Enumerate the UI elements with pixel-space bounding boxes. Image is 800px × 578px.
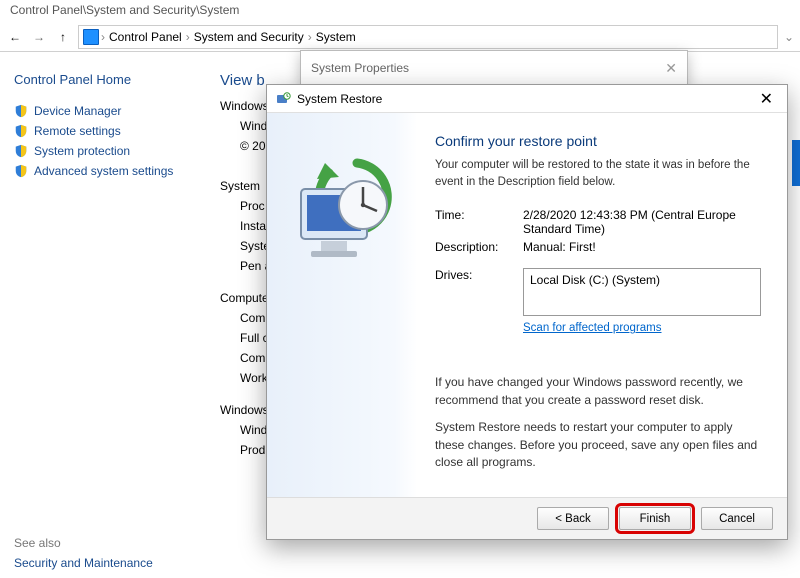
edge-accent bbox=[792, 140, 800, 186]
drives-listbox[interactable]: Local Disk (C:) (System) bbox=[523, 268, 761, 316]
shield-icon bbox=[14, 164, 28, 178]
shield-icon bbox=[14, 144, 28, 158]
chevron-right-icon: › bbox=[308, 30, 312, 44]
shield-icon bbox=[14, 124, 28, 138]
sidebar-item-remote-settings[interactable]: Remote settings bbox=[14, 121, 196, 141]
close-icon[interactable]: ✕ bbox=[665, 60, 677, 77]
cancel-button[interactable]: Cancel bbox=[701, 507, 773, 530]
scan-affected-programs-link[interactable]: Scan for affected programs bbox=[523, 322, 662, 334]
drives-value: Local Disk (C:) (System) bbox=[530, 273, 660, 287]
system-restore-dialog: System Restore ✕ Confirm your restore po… bbox=[266, 84, 788, 540]
back-button[interactable]: < Back bbox=[537, 507, 609, 530]
description-value: Manual: First! bbox=[523, 240, 761, 254]
forward-button: → bbox=[30, 28, 48, 46]
control-panel-home-link[interactable]: Control Panel Home bbox=[14, 72, 196, 87]
sidebar: Control Panel Home Device Manager Remote… bbox=[0, 52, 210, 578]
time-value: 2/28/2020 12:43:38 PM (Central Europe St… bbox=[523, 208, 761, 236]
restore-monitor-clock-icon bbox=[287, 153, 397, 273]
dialog-button-row: < Back Finish Cancel bbox=[267, 497, 787, 539]
see-also-label: See also bbox=[14, 536, 61, 550]
system-properties-title: System Properties bbox=[311, 61, 409, 75]
dialog-illustration bbox=[267, 113, 417, 497]
chevron-right-icon: › bbox=[101, 30, 105, 44]
breadcrumb-root[interactable]: Control Panel bbox=[107, 30, 184, 44]
breadcrumb-leaf[interactable]: System bbox=[314, 30, 358, 44]
close-button[interactable]: ✕ bbox=[754, 89, 779, 109]
chevron-down-icon[interactable]: ⌄ bbox=[784, 30, 794, 44]
dialog-title: System Restore bbox=[297, 92, 382, 106]
security-maintenance-link[interactable]: Security and Maintenance bbox=[14, 556, 153, 570]
sidebar-item-system-protection[interactable]: System protection bbox=[14, 141, 196, 161]
description-label: Description: bbox=[435, 240, 523, 254]
drives-label: Drives: bbox=[435, 268, 523, 282]
breadcrumb-mid[interactable]: System and Security bbox=[192, 30, 306, 44]
time-label: Time: bbox=[435, 208, 523, 236]
password-note: If you have changed your Windows passwor… bbox=[435, 374, 761, 409]
window-title: Control Panel\System and Security\System bbox=[0, 0, 800, 22]
sidebar-item-device-manager[interactable]: Device Manager bbox=[14, 101, 196, 121]
sidebar-item-label: Remote settings bbox=[34, 124, 121, 138]
breadcrumb[interactable]: › Control Panel › System and Security › … bbox=[78, 25, 778, 49]
shield-icon bbox=[14, 104, 28, 118]
restore-icon bbox=[275, 91, 291, 107]
sidebar-item-advanced-settings[interactable]: Advanced system settings bbox=[14, 161, 196, 181]
sidebar-item-label: Advanced system settings bbox=[34, 164, 173, 178]
back-button[interactable]: ← bbox=[6, 28, 24, 46]
dialog-explain: Your computer will be restored to the st… bbox=[435, 157, 761, 190]
navigation-row: ← → ↑ › Control Panel › System and Secur… bbox=[0, 22, 800, 52]
up-button[interactable]: ↑ bbox=[54, 28, 72, 46]
dialog-heading: Confirm your restore point bbox=[435, 133, 761, 149]
dialog-content: Confirm your restore point Your computer… bbox=[417, 113, 787, 497]
dialog-header: System Restore ✕ bbox=[267, 85, 787, 113]
control-panel-icon bbox=[83, 29, 99, 45]
sidebar-item-label: System protection bbox=[34, 144, 130, 158]
chevron-right-icon: › bbox=[186, 30, 190, 44]
restart-note: System Restore needs to restart your com… bbox=[435, 419, 761, 471]
finish-button[interactable]: Finish bbox=[619, 507, 691, 530]
sidebar-item-label: Device Manager bbox=[34, 104, 121, 118]
